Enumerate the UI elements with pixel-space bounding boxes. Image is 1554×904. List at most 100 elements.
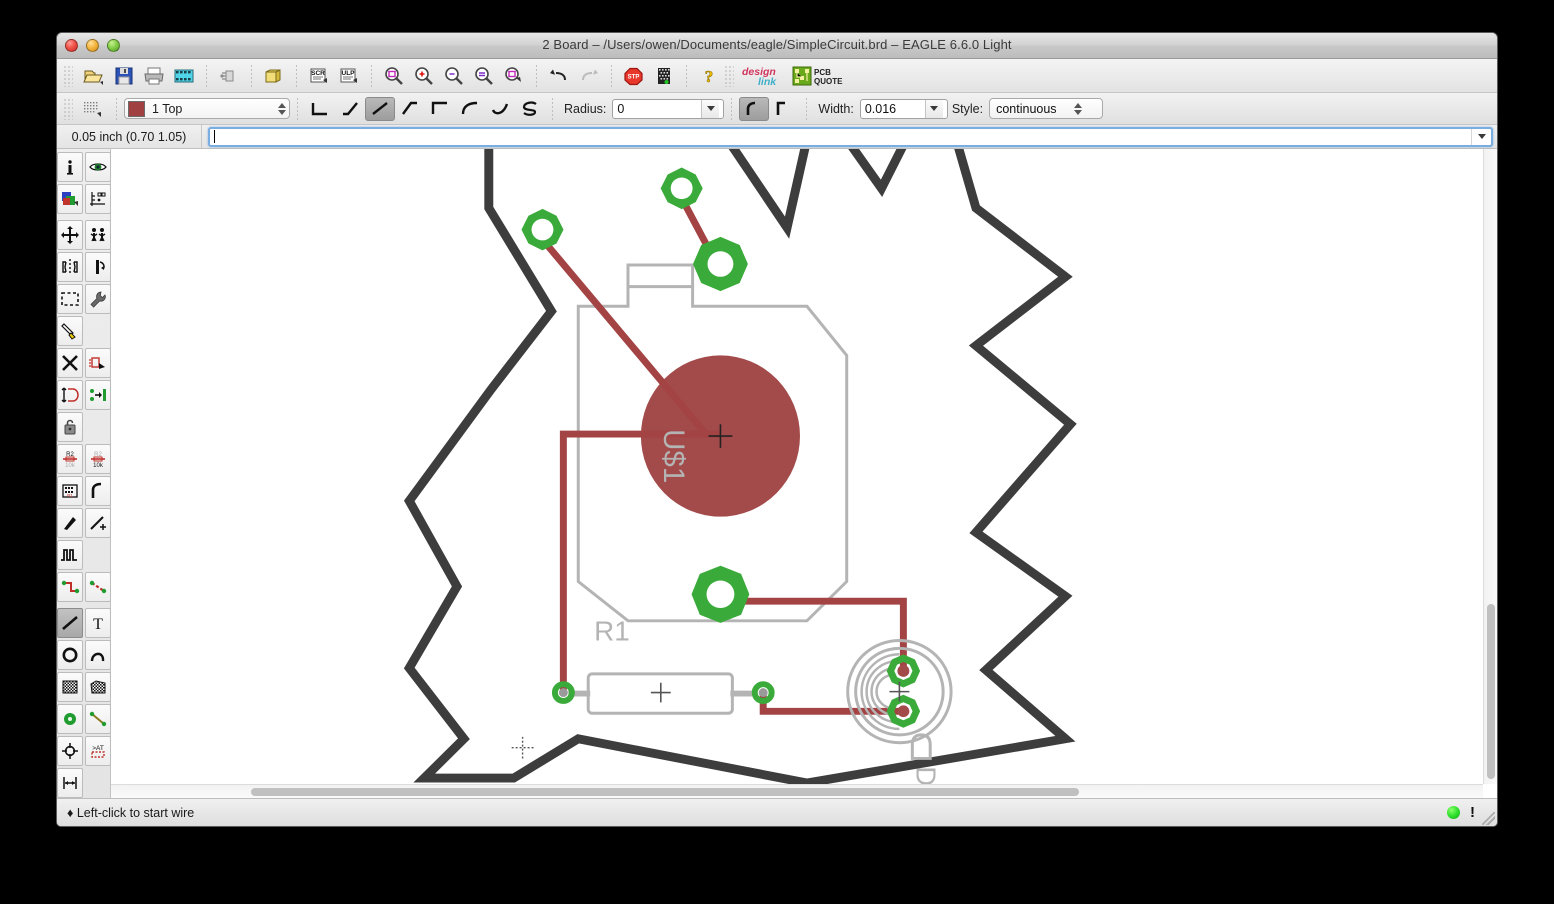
- pcb-quote-logo[interactable]: PCB QUOTE: [792, 63, 848, 89]
- layer-selector[interactable]: 1 Top: [124, 98, 290, 119]
- grid-icon[interactable]: [79, 96, 109, 122]
- warning-exclamation-icon[interactable]: !: [1470, 805, 1475, 820]
- radius-input[interactable]: [613, 99, 702, 118]
- horizontal-scrollbar[interactable]: [111, 784, 1483, 798]
- pad-lower[interactable]: [691, 565, 750, 623]
- signal-airwire-icon[interactable]: [84, 704, 111, 734]
- name-r2-icon[interactable]: R2 10k: [57, 444, 83, 474]
- bend-style-2-button[interactable]: [365, 96, 395, 121]
- resize-grip[interactable]: [1482, 812, 1495, 825]
- paste-brush-icon[interactable]: [57, 316, 83, 346]
- board-canvas[interactable]: R1 U$1 D: [111, 149, 1483, 784]
- silkscreen-ic-notch: [626, 263, 695, 287]
- printer-icon[interactable]: [139, 63, 169, 89]
- command-history-arrow[interactable]: [1471, 128, 1491, 145]
- lock-icon[interactable]: [57, 412, 83, 442]
- toolbar-drag-grip[interactable]: [63, 64, 73, 87]
- floppy-disk-icon[interactable]: [109, 63, 139, 89]
- open-folder-icon[interactable]: [79, 63, 109, 89]
- miter-round-button[interactable]: [739, 96, 770, 121]
- redo-arrow-icon[interactable]: [574, 63, 604, 89]
- text-caret: [214, 130, 215, 143]
- ripup-icon[interactable]: [84, 572, 111, 602]
- magnifier-minus-icon[interactable]: [439, 63, 469, 89]
- width-combo[interactable]: [859, 98, 948, 119]
- mirror-icon[interactable]: [57, 252, 83, 282]
- hole-crosshair-icon[interactable]: [57, 736, 83, 766]
- dimension-icon[interactable]: [57, 768, 83, 798]
- style-stepper[interactable]: [1057, 100, 1101, 117]
- pin-swap-icon[interactable]: [84, 380, 111, 410]
- eye-icon[interactable]: [84, 152, 111, 182]
- smash-icon[interactable]: R1: [57, 476, 83, 506]
- rectangle-hatch-icon[interactable]: [57, 672, 83, 702]
- scr-icon[interactable]: SCR: [304, 63, 334, 89]
- bend-style-1-button[interactable]: [335, 97, 365, 121]
- toolbar-drag-grip-2[interactable]: [724, 64, 734, 87]
- ratsnest-grid-icon[interactable]: [649, 63, 679, 89]
- pad-upper[interactable]: [692, 236, 748, 292]
- x-scissors-icon[interactable]: [57, 348, 83, 378]
- books-icon[interactable]: [259, 63, 289, 89]
- bend-style-4-button[interactable]: [425, 97, 455, 121]
- wire-line-icon[interactable]: [57, 608, 83, 638]
- value-10k-icon[interactable]: R2 10k: [84, 444, 111, 474]
- layers-icon[interactable]: [57, 184, 83, 214]
- radius-dropdown-arrow[interactable]: [701, 99, 720, 118]
- palette-row: R1: [57, 475, 112, 507]
- width-input[interactable]: [860, 99, 925, 118]
- chip-icon[interactable]: [214, 63, 244, 89]
- marquee-icon[interactable]: [57, 284, 83, 314]
- board-drawing[interactable]: R1 U$1 D: [111, 149, 1483, 784]
- info-i-icon[interactable]: [57, 152, 83, 182]
- meander-icon[interactable]: [57, 540, 83, 570]
- pad-top-mid[interactable]: [660, 167, 703, 210]
- magnifier-select-icon[interactable]: [499, 63, 529, 89]
- width-dropdown-arrow[interactable]: [924, 99, 943, 118]
- horizontal-scrollbar-thumb[interactable]: [251, 788, 1079, 796]
- bend-style-5-button[interactable]: [455, 97, 485, 121]
- film-strip-icon[interactable]: [169, 63, 199, 89]
- optimize-plus-icon[interactable]: [84, 508, 111, 538]
- polygon-hatch-icon[interactable]: [84, 672, 111, 702]
- replace-icon[interactable]: [84, 348, 111, 378]
- miter-sharp-button[interactable]: [769, 97, 799, 121]
- design-link-logo[interactable]: design link: [740, 63, 792, 89]
- vertical-scrollbar-thumb[interactable]: [1487, 604, 1495, 779]
- style-selector[interactable]: continuous: [989, 98, 1104, 119]
- ulp-icon[interactable]: ULP: [334, 63, 364, 89]
- pad-r1-right[interactable]: [751, 681, 775, 704]
- text-t-icon[interactable]: T: [84, 608, 111, 638]
- pad-top-left[interactable]: [521, 208, 564, 251]
- undo-arrow-icon[interactable]: [544, 63, 574, 89]
- rotate-icon[interactable]: [84, 252, 111, 282]
- magnifier-plus-icon[interactable]: [409, 63, 439, 89]
- via-green-circle-icon[interactable]: [57, 704, 83, 734]
- grid-mark-icon[interactable]: [84, 184, 111, 214]
- radius-combo[interactable]: [612, 98, 725, 119]
- magnifier-redraw-icon[interactable]: [469, 63, 499, 89]
- question-mark-icon[interactable]: ?: [694, 63, 724, 89]
- options-drag-grip[interactable]: [63, 97, 73, 120]
- bend-style-3-button[interactable]: [395, 97, 425, 121]
- two-people-icon[interactable]: [84, 220, 111, 250]
- bend-style-6-button[interactable]: [485, 97, 515, 121]
- attribute-at-icon[interactable]: >AT: [84, 736, 111, 766]
- command-input[interactable]: [208, 126, 1493, 147]
- route-airwire-icon[interactable]: [57, 572, 83, 602]
- magnifier-fit-icon[interactable]: [379, 63, 409, 89]
- pad-r1-left[interactable]: [551, 681, 575, 704]
- wrench-icon[interactable]: [84, 284, 111, 314]
- arc-icon[interactable]: [84, 640, 111, 670]
- flip-icon[interactable]: [57, 380, 83, 410]
- stop-sign-icon[interactable]: STP: [619, 63, 649, 89]
- options-separator: [806, 97, 808, 120]
- bend-style-7-button[interactable]: [515, 97, 545, 121]
- layer-stepper[interactable]: [276, 100, 287, 117]
- vertical-scrollbar[interactable]: [1483, 149, 1497, 784]
- four-arrows-icon[interactable]: [57, 220, 83, 250]
- miter-corner-icon[interactable]: [84, 476, 111, 506]
- circle-icon[interactable]: [57, 640, 83, 670]
- split-icon[interactable]: [57, 508, 83, 538]
- bend-style-0-button[interactable]: [305, 97, 335, 121]
